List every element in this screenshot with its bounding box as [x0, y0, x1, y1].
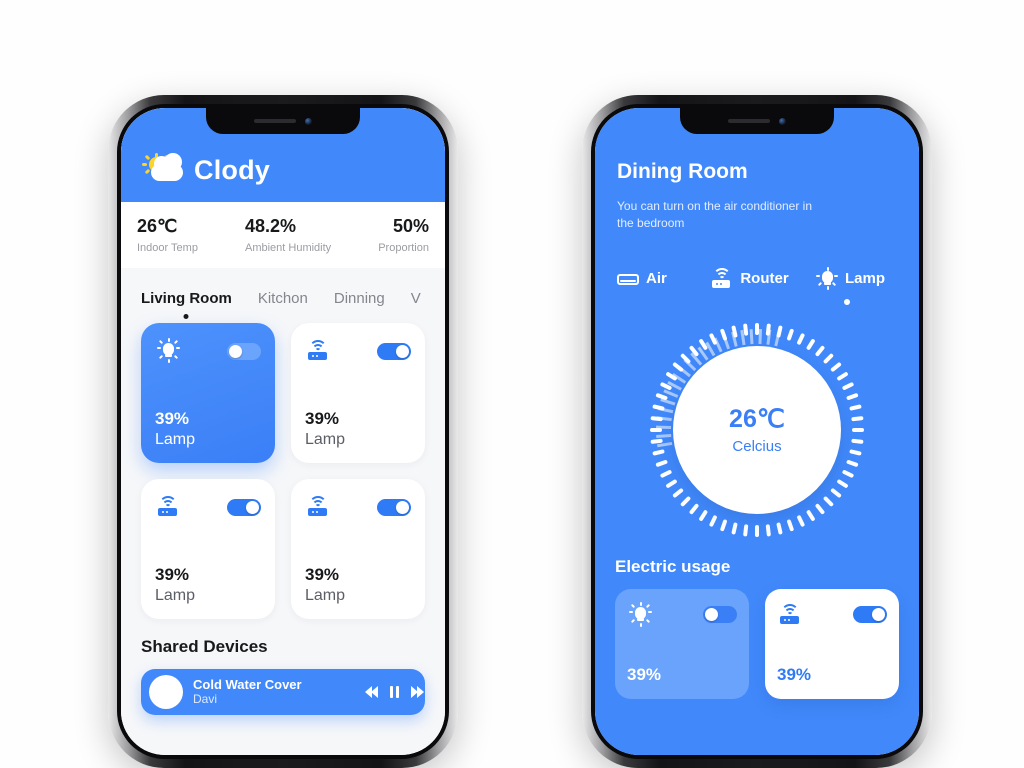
screen-left: Clody 26℃ Indoor Temp 48.2% Ambient Humi… — [121, 108, 445, 755]
electric-percent: 39% — [777, 664, 812, 684]
device-grid: 39% Lamp 39% Lamp 39% Lamp 39% Lamp — [121, 319, 445, 619]
device-card-lamp-active[interactable]: 39% Lamp — [141, 323, 275, 463]
phone-mockup-right: Dining Room You can turn on the air cond… — [582, 95, 932, 768]
media-player[interactable]: Cold Water Cover Davi — [141, 669, 425, 715]
device-toggle[interactable] — [853, 606, 887, 624]
device-name: Lamp — [305, 431, 346, 448]
stats-card: 26℃ Indoor Temp 48.2% Ambient Humidity 5… — [121, 202, 445, 268]
dial-face: 26℃ Celcius — [673, 345, 841, 514]
front-camera-icon — [779, 117, 786, 125]
device-toggle[interactable] — [227, 342, 261, 360]
stat-label: Indoor Temp — [137, 242, 198, 254]
stat-value: 50% — [392, 216, 429, 236]
electric-card-lamp[interactable]: 39% — [615, 588, 749, 699]
shared-devices-section: Shared Devices Cold Water Cover Davi — [121, 619, 445, 755]
router-icon — [777, 603, 803, 627]
lamp-icon — [627, 601, 653, 627]
stat-proportion: 50% Proportion — [378, 216, 429, 254]
stat-indoor-temp: 26℃ Indoor Temp — [137, 216, 198, 254]
temperature-dial-section: 26℃ Celcius — [595, 305, 919, 541]
lamp-icon — [155, 338, 181, 363]
dial-temperature: 26℃ — [729, 405, 785, 434]
device-toggle[interactable] — [377, 498, 411, 516]
device-card-router-1[interactable]: 39% Lamp — [291, 323, 425, 463]
air-conditioner-icon — [615, 267, 639, 291]
lamp-icon — [815, 266, 838, 291]
room-subtitle: You can turn on the air conditioner in t… — [617, 199, 813, 231]
track-title: Cold Water Cover — [193, 677, 302, 692]
shared-devices-title: Shared Devices — [141, 637, 268, 656]
device-percent: 39% — [305, 409, 340, 428]
device-percent: 39% — [305, 565, 340, 584]
router-icon — [155, 495, 181, 519]
electric-percent: 39% — [627, 664, 662, 684]
canvas: Clody 26℃ Indoor Temp 48.2% Ambient Humi… — [0, 0, 1024, 768]
device-name: Lamp — [155, 587, 196, 604]
track-artist: Davi — [193, 691, 218, 706]
device-type-tabs: Air Router Lamp — [595, 233, 919, 305]
phone-body: Dining Room You can turn on the air cond… — [591, 104, 923, 759]
tab-lamp[interactable]: Lamp — [795, 266, 899, 305]
electric-usage-title: Electric usage — [615, 556, 731, 576]
device-toggle[interactable] — [227, 498, 261, 516]
speaker-grille-icon — [728, 119, 770, 123]
speaker-grille-icon — [254, 119, 296, 123]
router-icon — [305, 339, 331, 363]
tab-kitchon[interactable]: Kitchon — [258, 290, 308, 319]
room-title: Dining Room — [617, 160, 748, 183]
phone-body: Clody 26℃ Indoor Temp 48.2% Ambient Humi… — [117, 104, 449, 759]
phone-notch — [206, 108, 360, 134]
phone-notch — [680, 108, 834, 134]
device-percent: 39% — [155, 409, 190, 428]
electric-usage-grid: 39% 39% — [615, 588, 899, 699]
stat-ambient-humidity: 48.2% Ambient Humidity — [245, 216, 331, 254]
stat-label: Proportion — [378, 242, 429, 254]
dial-unit: Celcius — [732, 438, 782, 456]
tab-living-room[interactable]: Living Room — [141, 290, 232, 319]
pause-icon[interactable] — [390, 686, 399, 698]
device-name: Lamp — [155, 431, 196, 448]
device-name: Lamp — [305, 587, 346, 604]
front-camera-icon — [305, 117, 312, 125]
temperature-dial[interactable]: 26℃ Celcius — [646, 319, 868, 541]
tab-label: Lamp — [844, 270, 885, 288]
stat-value: 48.2% — [244, 216, 297, 236]
device-toggle[interactable] — [377, 342, 411, 360]
router-icon — [305, 495, 331, 519]
room-tabs: Living Room Kitchon Dinning V — [121, 268, 445, 319]
tab-air[interactable]: Air — [615, 267, 705, 305]
electric-card-router[interactable]: 39% — [765, 588, 899, 699]
sun-cloud-icon — [141, 153, 185, 186]
device-toggle[interactable] — [703, 606, 737, 624]
app-title: Clody — [194, 154, 271, 185]
avatar — [149, 675, 183, 709]
tab-overflow[interactable]: V — [411, 290, 421, 319]
phone-mockup-left: Clody 26℃ Indoor Temp 48.2% Ambient Humi… — [108, 95, 458, 768]
tab-label: Router — [740, 270, 789, 288]
stat-label: Ambient Humidity — [244, 242, 332, 254]
device-card-router-2[interactable]: 39% Lamp — [141, 479, 275, 619]
tab-label: Air — [646, 270, 667, 288]
device-card-router-3[interactable]: 39% Lamp — [291, 479, 425, 619]
stat-value: 26℃ — [137, 216, 178, 236]
electric-usage-section: Electric usage 39% 39% — [595, 541, 919, 755]
device-percent: 39% — [155, 565, 190, 584]
tab-dinning[interactable]: Dinning — [334, 290, 385, 319]
tab-router[interactable]: Router — [705, 267, 795, 305]
screen-right: Dining Room You can turn on the air cond… — [595, 108, 919, 755]
router-icon — [711, 267, 733, 291]
